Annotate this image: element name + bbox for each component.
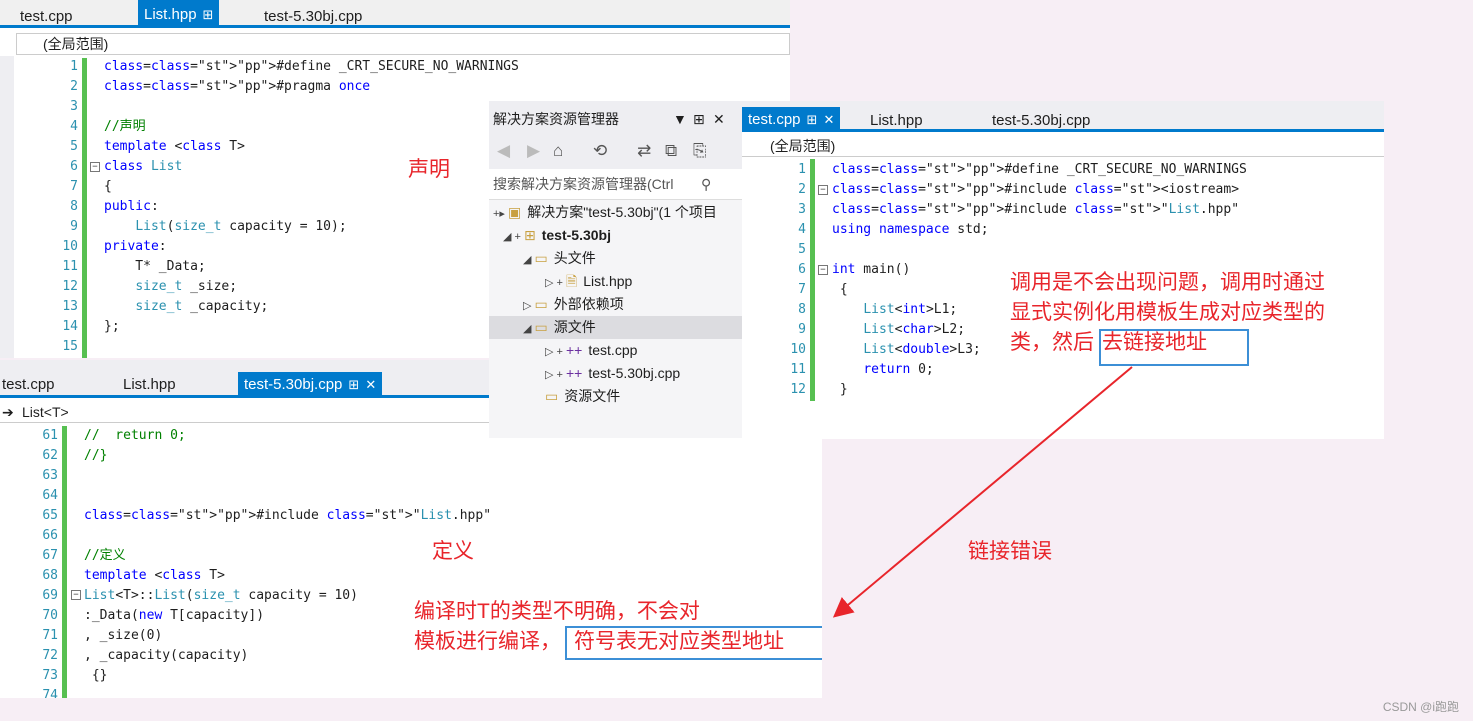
link-error-arrow [832, 366, 1133, 618]
annotation-link-error: 链接错误 [968, 540, 1052, 563]
watermark: CSDN @i跑跑 [1382, 700, 1459, 714]
